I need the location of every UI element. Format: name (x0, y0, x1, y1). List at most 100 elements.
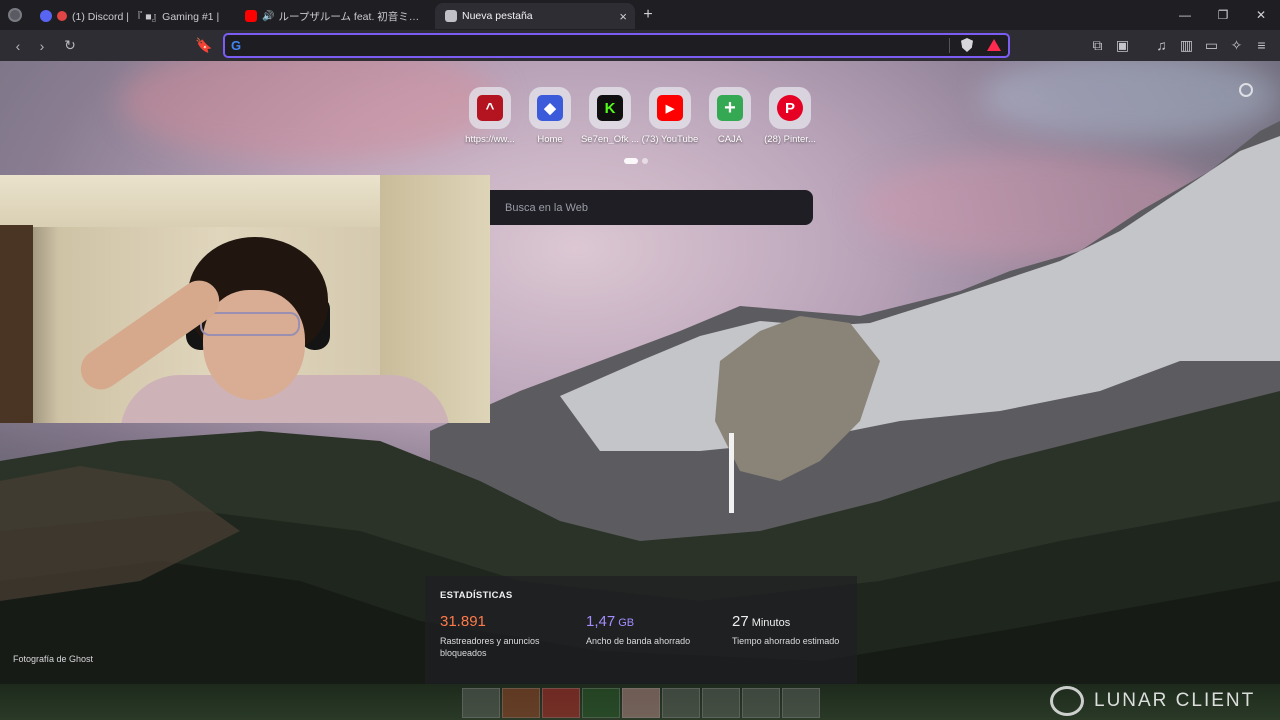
new-tab-page: ^ https://ww... ◆ Home K Se7en_Ofk ... ▶… (0, 61, 1280, 684)
tab-title: ループザルーム feat. 初音ミク / "Loop (278, 10, 425, 23)
shortcut-label: CAJA (717, 134, 743, 145)
shortcut-icon-frame: K (589, 87, 631, 129)
close-window-icon[interactable]: ✕ (1242, 0, 1280, 30)
browser-toolbar: ‹ › ↻ 🔖 G ⧉ ▣ ♫ ▥ ▭ ✧ ≡ (0, 30, 1280, 61)
shortcut-icon-frame: ▶ (649, 87, 691, 129)
youtube-icon: ▶ (657, 95, 683, 121)
brave-shield-icon (445, 10, 457, 22)
top-sites-pager (624, 158, 648, 164)
stats-panel: ESTADÍSTICAS 31.891 Rastreadores y anunc… (425, 576, 857, 684)
lunar-client-watermark: LUNAR CLIENT (1050, 686, 1255, 716)
sidebar-icon[interactable]: ▥ (1174, 33, 1199, 57)
tab-youtube-music[interactable]: 🔊 ループザルーム feat. 初音ミク / "Loop (235, 3, 435, 29)
shortcut-tile[interactable]: + CAJA (700, 87, 760, 145)
stat-trackers: 31.891 Rastreadores y anuncios bloqueado… (440, 613, 586, 659)
hotbar-slots (462, 688, 820, 718)
discord-icon (40, 10, 52, 22)
close-tab-icon[interactable]: × (619, 9, 627, 24)
shortcut-tile[interactable]: ^ https://ww... (460, 87, 520, 145)
stat-value: 1,47 (586, 613, 616, 630)
hotbar-slot (542, 688, 580, 718)
back-icon[interactable]: ‹ (6, 34, 30, 58)
photo-credit[interactable]: Fotografía de Ghost (13, 654, 93, 664)
k-logo-icon: K (597, 95, 623, 121)
hotbar-slot (582, 688, 620, 718)
stat-unit: Minutos (751, 617, 791, 629)
youtube-icon (245, 10, 257, 22)
brand-name: LUNAR CLIENT (1094, 690, 1256, 711)
tab-new-tab[interactable]: Nueva pestaña × (435, 3, 635, 29)
shortcut-label: (73) YouTube (641, 134, 699, 145)
speaker-icon[interactable]: 🔊 (262, 11, 274, 22)
hotbar-slot (662, 688, 700, 718)
red-logo-icon: ^ (477, 95, 503, 121)
shortcut-tile[interactable]: ◆ Home (520, 87, 580, 145)
search-placeholder: Busca en la Web (505, 201, 588, 214)
restore-icon[interactable]: ❐ (1204, 0, 1242, 30)
pinterest-icon: P (777, 95, 803, 121)
address-bar[interactable]: G (223, 33, 1010, 58)
stat-value: 27 (732, 613, 749, 630)
hotbar-slot (782, 688, 820, 718)
hotbar-slot (742, 688, 780, 718)
hotbar-slot (622, 688, 660, 718)
stat-label: Ancho de banda ahorrado (586, 636, 691, 646)
record-icon (57, 11, 67, 21)
extensions-icon[interactable]: ⧉ (1085, 33, 1110, 57)
stat-time: 27 Minutos Tiempo ahorrado estimado (732, 613, 842, 659)
brave-menu-icon (8, 8, 22, 22)
screenshot-icon[interactable]: ▣ (1110, 33, 1135, 57)
window-menu-button[interactable] (0, 0, 30, 30)
shortcut-icon-frame: ◆ (529, 87, 571, 129)
reload-icon[interactable]: ↻ (58, 34, 82, 58)
tab-title: (1) Discord | 『 ■』Gaming #1 | (72, 10, 220, 23)
hotbar-slot (702, 688, 740, 718)
tab-title: Nueva pestaña (462, 10, 533, 22)
shortcut-icon-frame: ^ (469, 87, 511, 129)
webcam-overlay (0, 175, 490, 423)
brave-rewards-icon[interactable] (987, 39, 1001, 51)
google-icon: G (231, 38, 242, 53)
forward-icon[interactable]: › (30, 34, 54, 58)
wallet-icon[interactable]: ▭ (1199, 33, 1224, 57)
divider (949, 38, 950, 53)
hotbar-slot (502, 688, 540, 718)
lunar-logo-icon (1050, 686, 1084, 716)
shortcut-tile[interactable]: K Se7en_Ofk ... (580, 87, 640, 145)
stats-title: ESTADÍSTICAS (440, 590, 513, 601)
leo-ai-icon[interactable]: ✧ (1224, 33, 1249, 57)
address-input[interactable] (253, 37, 953, 55)
stat-label: Tiempo ahorrado estimado (732, 636, 840, 646)
brave-shields-icon[interactable] (961, 38, 973, 52)
glasses-icon (200, 312, 300, 336)
webcam-door (0, 225, 33, 423)
toolbar-right: ⧉ ▣ ♫ ▥ ▭ ✧ ≡ (1085, 33, 1274, 57)
roblox-icon: ◆ (537, 95, 563, 121)
menu-icon[interactable]: ≡ (1249, 33, 1274, 57)
shortcut-label: https://ww... (465, 134, 515, 145)
new-tab-button[interactable]: + (635, 6, 661, 24)
hotbar-slot (462, 688, 500, 718)
shortcut-icon-frame: P (769, 87, 811, 129)
shortcut-tile[interactable]: ▶ (73) YouTube (640, 87, 700, 145)
shortcut-label: (28) Pinter... (764, 134, 816, 145)
shortcut-icon-frame: + (709, 87, 751, 129)
minimize-icon[interactable]: — (1166, 0, 1204, 30)
page-dot[interactable] (642, 158, 648, 164)
stat-bandwidth: 1,47 GB Ancho de banda ahorrado (586, 613, 732, 659)
browser-window: (1) Discord | 『 ■』Gaming #1 | 🔊 ループザルーム … (0, 0, 1280, 720)
web-search-box[interactable]: Busca en la Web (490, 190, 813, 225)
stat-unit: GB (618, 617, 635, 629)
tab-discord[interactable]: (1) Discord | 『 ■』Gaming #1 | (30, 3, 235, 29)
window-controls: — ❐ ✕ (1166, 0, 1280, 30)
tab-strip: (1) Discord | 『 ■』Gaming #1 | 🔊 ループザルーム … (0, 0, 1280, 30)
shortcut-tile[interactable]: P (28) Pinter... (760, 87, 820, 145)
shortcut-label: Se7en_Ofk ... (580, 134, 640, 145)
page-dot-active[interactable] (624, 158, 638, 164)
divider (1135, 33, 1149, 57)
stat-label: Rastreadores y anuncios bloqueados (440, 636, 540, 658)
media-icon[interactable]: ♫ (1149, 33, 1174, 57)
stat-value: 31.891 (440, 613, 486, 630)
settings-gear-icon[interactable] (1239, 83, 1253, 97)
bookmark-icon[interactable]: 🔖 (192, 34, 216, 58)
